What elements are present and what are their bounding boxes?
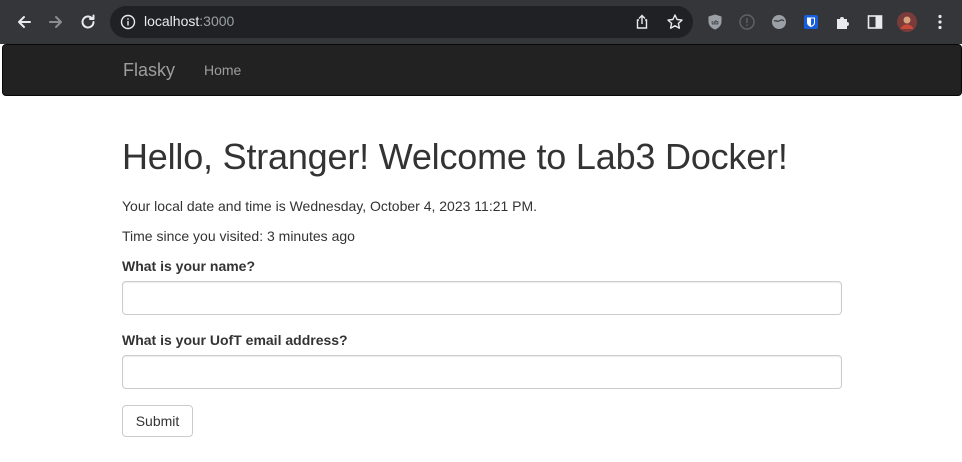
svg-text:ub: ub: [711, 21, 719, 27]
share-icon[interactable]: [634, 14, 650, 30]
email-input[interactable]: [122, 355, 842, 389]
url-port: :3000: [199, 13, 235, 29]
time-since-visit-text: Time since you visited: 3 minutes ago: [122, 228, 355, 244]
back-icon[interactable]: [12, 10, 36, 34]
page-title: Hello, Stranger! Welcome to Lab3 Docker!: [122, 136, 788, 177]
info-icon[interactable]: [120, 14, 136, 30]
forward-icon[interactable]: [44, 10, 68, 34]
name-input[interactable]: [122, 281, 842, 315]
star-icon[interactable]: [666, 13, 684, 31]
site-navbar: Flasky Home: [2, 44, 962, 96]
nav-link-home[interactable]: Home: [204, 62, 241, 78]
profile-avatar[interactable]: [897, 12, 917, 32]
info-circle-icon[interactable]: [737, 12, 757, 32]
name-label: What is your name?: [122, 258, 256, 274]
puzzle-icon[interactable]: [833, 12, 853, 32]
local-datetime-text: Your local date and time is Wednesday, O…: [122, 198, 538, 214]
side-panel-icon[interactable]: [865, 12, 885, 32]
reload-icon[interactable]: [76, 10, 100, 34]
email-label: What is your UofT email address?: [122, 332, 348, 348]
submit-button[interactable]: Submit: [122, 405, 193, 437]
url-text: localhost:3000: [144, 13, 234, 29]
url-host: localhost: [144, 13, 200, 29]
kebab-menu-icon[interactable]: [930, 12, 950, 32]
bitwarden-icon[interactable]: [801, 12, 821, 32]
ublock-origin-icon[interactable]: ub: [705, 12, 725, 32]
address-bar[interactable]: localhost:3000: [110, 6, 693, 38]
browser-toolbar: localhost:3000 ub: [0, 0, 962, 44]
globe-icon[interactable]: [769, 12, 789, 32]
navbar-brand[interactable]: Flasky: [123, 60, 175, 81]
